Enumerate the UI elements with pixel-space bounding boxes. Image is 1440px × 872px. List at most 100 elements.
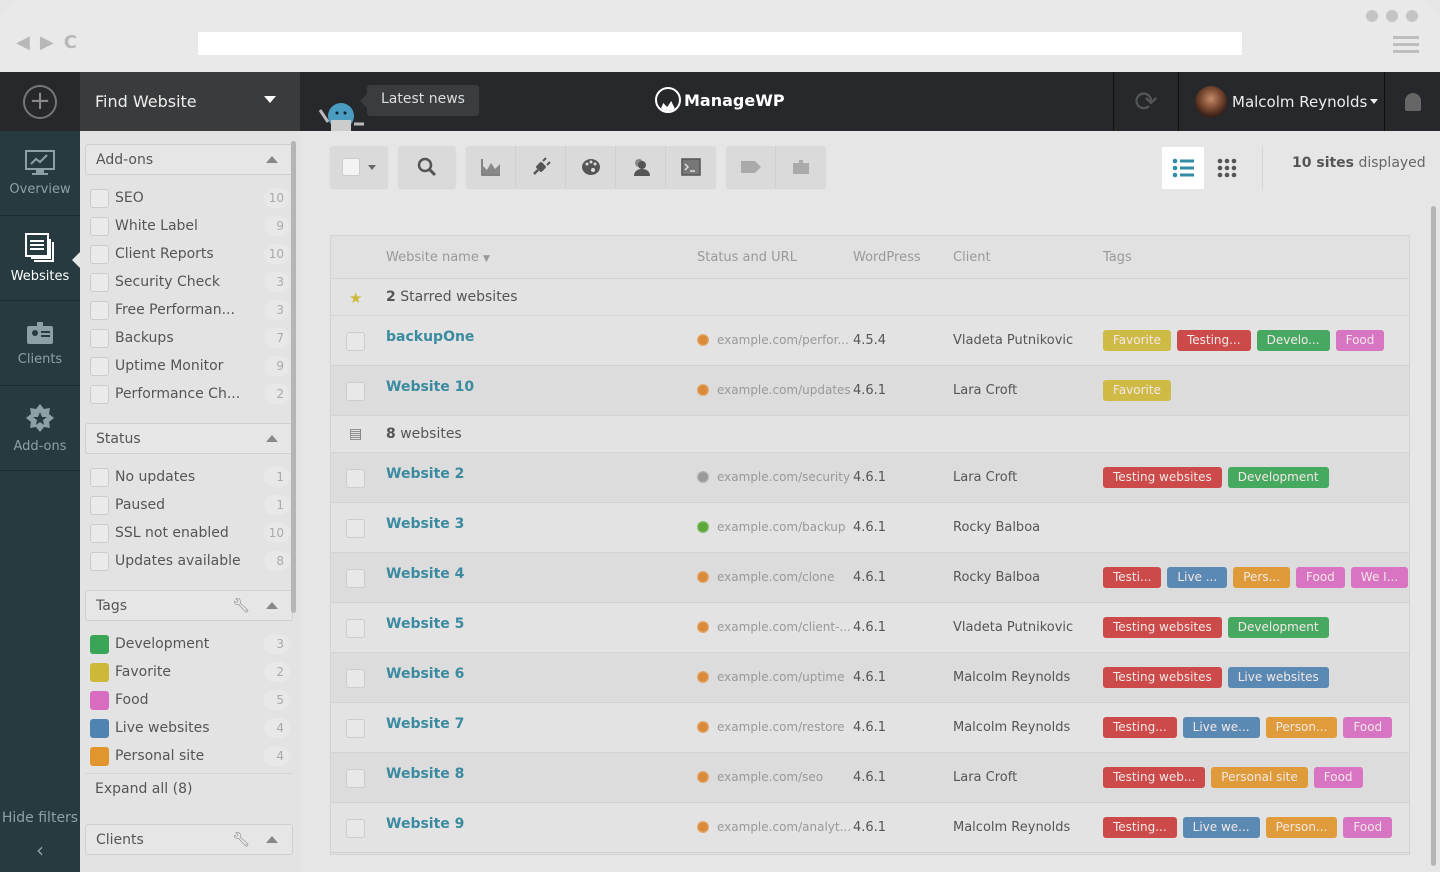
main-scrollbar[interactable] [1431,206,1436,866]
sync-button[interactable]: ⟳ [1113,72,1179,131]
tag-button[interactable] [726,146,776,188]
nav-clients[interactable]: Clients [0,301,80,386]
column-wordpress[interactable]: WordPress [853,250,921,265]
website-url-link[interactable]: example.com/uptime [717,670,844,684]
filter-item-addons[interactable]: Performance Ch... 2 [90,380,290,408]
filter-item-addons[interactable]: White Label 9 [90,212,290,240]
filter-item-status[interactable]: Paused 1 [90,491,290,519]
filter-item-status[interactable]: Updates available 8 [90,547,290,575]
collapse-icon[interactable] [266,602,278,609]
filter-item-addons[interactable]: Security Check 3 [90,268,290,296]
tag-badge[interactable]: Testing websites [1103,467,1222,488]
website-url-link[interactable]: example.com/perfor... [717,333,849,347]
website-url-link[interactable]: example.com/security [717,470,850,484]
filter-item-addons[interactable]: Free Performan... 3 [90,296,290,324]
add-website-button[interactable]: + [0,72,80,131]
website-name-link[interactable]: backupOne [386,329,474,345]
wrench-icon[interactable]: 🔧︎ [232,832,250,848]
checkbox[interactable] [90,300,109,320]
terminal-button[interactable] [666,146,716,188]
wrench-icon[interactable]: 🔧︎ [232,598,250,614]
checkbox[interactable] [90,551,109,571]
user-menu[interactable]: Malcolm Reynolds [1180,72,1385,131]
website-url-link[interactable]: example.com/seo [717,770,823,784]
filter-item-tags[interactable]: Food 5 [90,686,290,714]
row-checkbox[interactable] [346,382,365,401]
reload-icon[interactable]: C [64,32,77,53]
tag-color-swatch[interactable] [90,690,109,710]
window-dot[interactable] [1406,10,1418,22]
collapse-icon[interactable] [266,836,278,843]
hamburger-menu-icon[interactable] [1393,36,1419,57]
filter-item-addons[interactable]: Client Reports 10 [90,240,290,268]
tag-badge[interactable]: Food [1343,717,1393,738]
checkbox[interactable] [90,216,109,236]
website-name-link[interactable]: Website 8 [386,766,464,782]
tags-filter-header[interactable]: Tags 🔧︎ [85,590,293,621]
tag-badge[interactable]: Personal site [1211,767,1308,788]
row-checkbox[interactable] [346,569,365,588]
website-name-link[interactable]: Website 2 [386,466,464,482]
back-icon[interactable]: ◀ [16,32,30,53]
tag-badge[interactable]: Development [1227,467,1329,488]
search-button[interactable] [398,146,456,188]
website-url-link[interactable]: example.com/client-... [717,620,851,634]
row-checkbox[interactable] [346,519,365,538]
notifications-button[interactable] [1386,72,1440,131]
plugins-button[interactable] [516,146,566,188]
tag-badge[interactable]: Person... [1265,717,1338,738]
tag-badge[interactable]: Live ... [1167,567,1228,588]
filter-item-tags[interactable]: Development 3 [90,630,290,658]
tag-badge[interactable]: Food [1313,767,1363,788]
website-url-link[interactable]: example.com/clone [717,570,834,584]
checkbox[interactable] [90,356,109,376]
tag-badge[interactable]: Develo... [1256,330,1330,351]
filter-item-tags[interactable]: Favorite 2 [90,658,290,686]
row-checkbox[interactable] [346,769,365,788]
filter-item-status[interactable]: No updates 1 [90,463,290,491]
checkbox[interactable] [90,467,109,487]
website-name-link[interactable]: Website 6 [386,666,464,682]
filter-item-addons[interactable]: SEO 10 [90,184,290,212]
tag-badge[interactable]: Development [1227,617,1329,638]
collapse-icon[interactable] [266,156,278,163]
tag-badge[interactable]: Testing... [1176,330,1251,351]
checkbox[interactable] [90,272,109,292]
tag-badge[interactable]: Food [1296,567,1345,588]
nav-overview[interactable]: Overview [0,131,80,216]
tag-color-swatch[interactable] [90,746,109,766]
tag-badge[interactable]: Live we... [1182,717,1260,738]
nav-websites[interactable]: Websites [0,216,80,301]
tag-badge[interactable]: Person... [1265,817,1338,838]
forward-icon[interactable]: ▶ [40,32,54,53]
website-name-link[interactable]: Website 4 [386,566,464,582]
expand-all-link[interactable]: Expand all (8) [95,781,192,797]
collapse-icon[interactable] [266,435,278,442]
filter-item-addons[interactable]: Backups 7 [90,324,290,352]
checkbox[interactable] [90,384,109,404]
tag-badge[interactable]: Favorite [1103,330,1171,351]
website-name-link[interactable]: Website 7 [386,716,464,732]
tag-badge[interactable]: We I... [1350,567,1409,588]
website-name-link[interactable]: Website 10 [386,379,474,395]
column-status-url[interactable]: Status and URL [697,250,797,265]
tag-badge[interactable]: Testi... [1103,567,1162,588]
tag-color-swatch[interactable] [90,718,109,738]
column-client[interactable]: Client [953,250,991,265]
website-url-link[interactable]: example.com/analyt... [717,820,851,834]
grid-view-toggle[interactable] [1206,147,1248,189]
tag-badge[interactable]: Food [1343,817,1393,838]
clients-filter-header[interactable]: Clients 🔧︎ [85,824,293,855]
nav-addons[interactable]: Add-ons [0,386,80,471]
list-view-toggle[interactable] [1162,147,1204,189]
tag-badge[interactable]: Testing... [1103,817,1177,838]
address-bar[interactable] [198,32,1242,55]
filter-item-tags[interactable]: Live websites 4 [90,714,290,742]
filter-item-tags[interactable]: Personal site 4 [90,742,290,770]
tag-badge[interactable]: Testing websites [1103,617,1222,638]
checkbox[interactable] [90,188,109,208]
tag-badge[interactable]: Live we... [1182,817,1260,838]
tag-color-swatch[interactable] [90,662,109,682]
website-url-link[interactable]: example.com/restore [717,720,845,734]
row-checkbox[interactable] [346,719,365,738]
